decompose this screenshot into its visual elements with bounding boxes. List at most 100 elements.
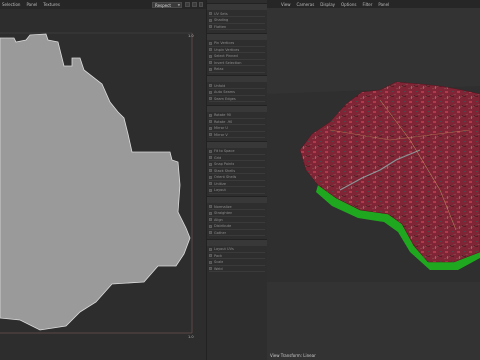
side-panel-item-label: UV Sets [214,11,228,16]
side-panel-item-label: Grid [214,155,222,160]
side-panel-item-label: Mirror U [214,126,228,130]
side-panel-item[interactable]: Shading [209,18,265,24]
side-panel-item-label: Seam Edges [214,96,236,101]
viewport-panel: View Cameras Display Options Filter Pane… [267,0,480,360]
side-panel-item[interactable]: Mirror U [209,126,265,132]
side-panel-item[interactable]: Straighten [209,211,265,217]
side-panel-item-label: Relax [214,67,224,71]
tool-icon [209,149,212,153]
viewport-menubar: View Cameras Display Options Filter Pane… [267,0,480,8]
side-panel-item[interactable]: Stack Shells [209,168,265,174]
side-panel-item[interactable]: Align [209,217,265,223]
tool-icon [209,169,212,172]
tool-icon [209,247,212,251]
side-panel-item[interactable]: Layout UVs [209,247,265,253]
side-panel-item[interactable]: Unpin Vertices [209,47,265,53]
side-panel-item[interactable]: Fit to Space [209,149,265,155]
tool-icon [209,133,212,136]
viewport-canvas[interactable] [267,8,480,360]
side-panel-item-label: Select Pinned [214,54,238,58]
side-panel-item[interactable]: Gather [209,230,265,236]
side-panel-item[interactable]: Flatten [209,24,265,30]
expand-icon[interactable] [199,2,203,7]
side-panel-item-label: Auto Seams [214,90,235,94]
menu-textures[interactable]: Textures [43,2,60,7]
side-panel-item[interactable]: Mirror V [209,132,265,138]
side-panel-item[interactable]: Unitize [209,181,265,187]
tool-icon [209,224,212,228]
view-transform-status: View Transform: Linear [270,353,316,358]
side-panel-section-header[interactable] [207,3,267,10]
side-panel-item-label: Stack Shells [214,168,236,173]
uv-set-dropdown-value: Respect [155,2,171,8]
uv-toolkit-panel: UV Sets Shading Flatten Pin Vertices Unpin V… [206,0,268,360]
side-panel-item[interactable]: Pack [209,253,265,259]
side-panel-item-label: Gather [214,230,227,235]
menu-options[interactable]: Options [341,2,356,7]
uv-set-dropdown[interactable]: Respect ▼ [152,2,182,8]
side-panel-item-label: Unpin Vertices [214,47,240,52]
side-panel-item[interactable]: Pin Vertices [209,41,265,47]
tool-icon [209,41,212,45]
tool-icon [209,205,212,208]
tool-icon [209,175,212,179]
side-panel-item-label: Snap Points [214,162,235,166]
side-panel-section-header[interactable] [207,75,267,82]
side-panel-item[interactable]: Scale [209,260,265,266]
tool-icon [209,90,212,94]
menu-filter[interactable]: Filter [362,2,372,7]
side-panel-section-header[interactable] [207,104,267,112]
side-panel-item[interactable]: Weld [209,266,265,272]
side-panel-item[interactable]: Rotate -90 [209,119,265,125]
menu-cameras[interactable]: Cameras [297,2,315,7]
side-panel-item[interactable]: Seam Edges [209,96,265,102]
tool-icon [209,231,212,234]
side-panel-item-label: Mirror V [214,132,228,137]
side-panel-item[interactable]: UV Sets [209,11,265,17]
side-panel-item-label: Shading [214,18,229,22]
side-panel-item-label: Weld [214,266,223,271]
side-panel-item-label: Normalize [214,204,232,209]
side-panel-item[interactable]: Rotate 90 [209,113,265,119]
tool-icon [209,120,212,123]
tool-icon [209,54,212,58]
tool-icon [209,97,212,100]
side-panel-item[interactable]: Relax [209,67,265,73]
tool-icon [209,254,212,257]
menu-view[interactable]: View [281,2,291,7]
side-panel-item[interactable]: Orient Shells [209,175,265,181]
uv-editor-panel: Selection Panel Textures Respect ▼ 1.0 1… [0,0,206,360]
side-panel-item-label: Flatten [214,24,227,29]
uv-axis-top-label: 1.0 [188,34,194,38]
side-panel-item[interactable]: Normalize [209,204,265,210]
side-panel-section-header[interactable] [207,140,267,148]
side-panel-item[interactable]: Select Pinned [209,54,265,60]
side-panel-section-header[interactable] [207,32,267,40]
side-panel-section-header[interactable] [207,196,267,203]
side-panel-item-label: Invert Selection [214,60,242,65]
tool-icon [209,12,212,15]
grid-icon[interactable] [185,2,190,7]
side-panel-item[interactable]: Unfold [209,83,265,89]
tool-icon [209,182,212,185]
tool-icon [209,18,212,22]
side-panel-item[interactable]: Snap Points [209,162,265,168]
side-panel-item-label: Straighten [214,211,233,215]
menu-selection[interactable]: Selection [2,2,20,7]
menu-panel[interactable]: Panel [378,2,389,7]
side-panel-section-header[interactable] [207,238,267,246]
side-panel-item-label: Align [214,217,223,222]
side-panel-item-label: Rotate -90 [214,119,233,124]
tool-icon [209,156,212,159]
side-panel-item[interactable]: Layout [209,188,265,194]
menu-panel[interactable]: Panel [26,2,37,7]
side-panel-item[interactable]: Invert Selection [209,60,265,66]
side-panel-item[interactable]: Distribute [209,224,265,230]
settings-icon[interactable] [192,2,197,7]
menu-display[interactable]: Display [320,2,335,7]
side-panel-item[interactable]: Auto Seams [209,90,265,96]
side-panel-item[interactable]: Grid [209,155,265,161]
uv-canvas[interactable]: 1.0 1.0 [0,9,206,360]
tool-icon [209,61,212,64]
tool-icon [209,48,212,51]
